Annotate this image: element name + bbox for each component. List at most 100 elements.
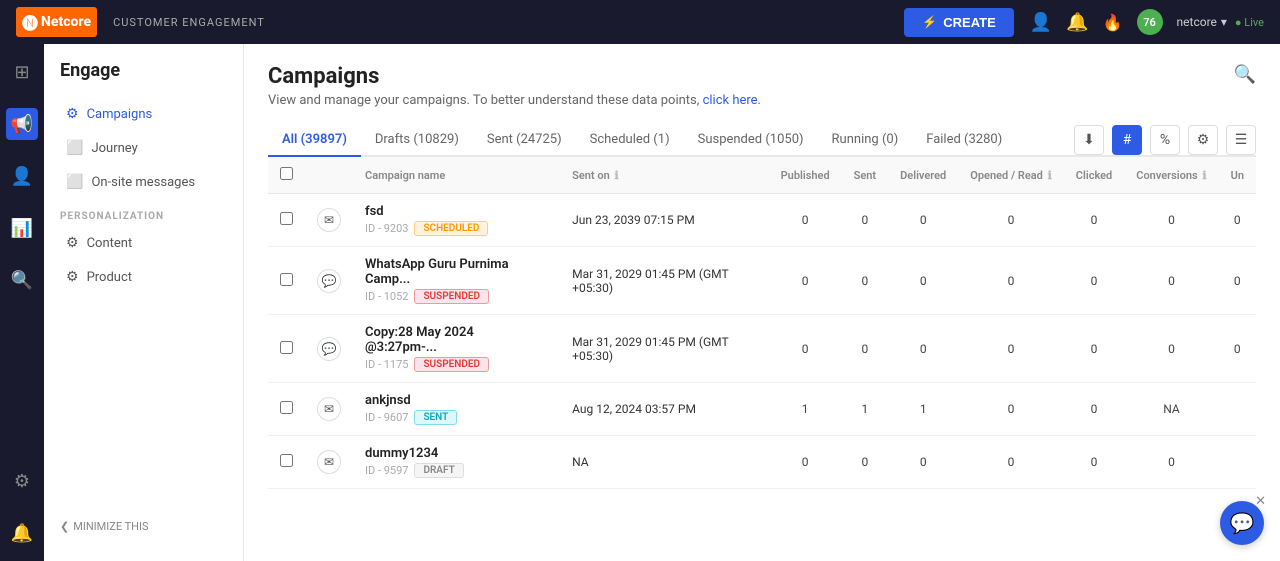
search-icon[interactable]: 🔍 xyxy=(1234,64,1256,85)
rail-settings-icon[interactable]: ⚙ xyxy=(6,465,38,497)
campaign-name[interactable]: ankjnsd xyxy=(365,393,548,408)
tab-failed[interactable]: Failed (3280) xyxy=(912,124,1016,157)
sent-count: 0 xyxy=(842,247,888,315)
published-count: 0 xyxy=(769,436,842,489)
live-status: ● Live xyxy=(1235,16,1264,29)
col-campaign-name: Campaign name xyxy=(353,157,560,194)
sidebar-item-content[interactable]: ⚙ Content xyxy=(50,226,237,260)
clicked-count: 0 xyxy=(1064,247,1124,315)
sent-on-info-icon: ℹ xyxy=(614,169,618,182)
rail-chart-icon[interactable]: 📊 xyxy=(6,212,38,244)
campaign-meta: ID - 9607 SENT xyxy=(365,410,548,425)
product-icon: ⚙ xyxy=(66,269,79,285)
content-area: Campaigns View and manage your campaigns… xyxy=(244,44,1280,561)
rail-search-icon[interactable]: 🔍 xyxy=(6,264,38,296)
click-here-link[interactable]: click here. xyxy=(703,93,761,108)
conversions-count: 0 xyxy=(1124,194,1218,247)
notification-badge[interactable]: 76 xyxy=(1137,9,1163,35)
row-checkbox[interactable] xyxy=(280,212,293,225)
tab-sent[interactable]: Sent (24725) xyxy=(473,124,576,157)
opened-count: 0 xyxy=(958,194,1064,247)
campaign-id: ID - 9597 xyxy=(365,464,408,477)
campaign-name[interactable]: WhatsApp Guru Purnima Camp... xyxy=(365,257,548,287)
row-checkbox[interactable] xyxy=(280,273,293,286)
conversions-info-icon: ℹ xyxy=(1202,169,1206,182)
channel-icon: ✉ xyxy=(317,450,341,474)
sidebar-title: Engage xyxy=(44,60,243,97)
col-un: Un xyxy=(1219,157,1256,194)
campaigns-table: Campaign name Sent on ℹ Published Sent D… xyxy=(268,157,1256,489)
opened-count: 0 xyxy=(958,315,1064,383)
minimize-button[interactable]: ❮ MINIMIZE THIS xyxy=(60,520,227,533)
download-button[interactable]: ⬇ xyxy=(1074,125,1104,155)
main-layout: ⊞ 📢 👤 📊 🔍 ⚙ 🔔 Engage ⚙ Campaigns ⬜ Journ… xyxy=(0,44,1280,561)
clicked-count: 0 xyxy=(1064,436,1124,489)
user-menu[interactable]: netcore ▾ ● Live xyxy=(1177,15,1264,29)
conversions-count: 0 xyxy=(1124,315,1218,383)
tab-drafts[interactable]: Drafts (10829) xyxy=(361,124,473,157)
col-sent: Sent xyxy=(842,157,888,194)
tab-running[interactable]: Running (0) xyxy=(818,124,913,157)
create-button[interactable]: CREATE xyxy=(904,8,1013,37)
delivered-count: 1 xyxy=(888,383,958,436)
campaign-name[interactable]: dummy1234 xyxy=(365,446,548,461)
chevron-left-icon: ❮ xyxy=(60,520,69,533)
rail-grid-icon[interactable]: ⊞ xyxy=(6,56,38,88)
sidebar-footer: ❮ MINIMIZE THIS xyxy=(44,508,243,545)
journey-icon: ⬜ xyxy=(66,140,83,156)
campaign-id: ID - 9203 xyxy=(365,222,408,235)
onsite-icon: ⬜ xyxy=(66,174,83,190)
sidebar-item-label: Journey xyxy=(91,141,137,156)
published-count: 0 xyxy=(769,247,842,315)
settings-button[interactable]: ⚙ xyxy=(1188,125,1218,155)
tabs-actions: ⬇ # % ⚙ ☰ xyxy=(1074,125,1256,155)
opened-count: 0 xyxy=(958,436,1064,489)
row-checkbox[interactable] xyxy=(280,401,293,414)
rail-megaphone-icon[interactable]: 📢 xyxy=(6,108,38,140)
col-opened: Opened / Read ℹ xyxy=(958,157,1064,194)
sidebar-item-label: Content xyxy=(87,236,133,251)
filter-button[interactable]: ☰ xyxy=(1226,125,1256,155)
col-sent-on: Sent on ℹ xyxy=(560,157,768,194)
chat-bubble[interactable]: 💬 xyxy=(1220,501,1264,545)
sidebar-item-journey[interactable]: ⬜ Journey xyxy=(50,131,237,165)
campaign-name[interactable]: fsd xyxy=(365,204,548,219)
channel-icon: 💬 xyxy=(317,337,341,361)
conversions-count: NA xyxy=(1124,383,1218,436)
tab-all[interactable]: All (39897) xyxy=(268,124,361,157)
sidebar-item-product[interactable]: ⚙ Product xyxy=(50,260,237,294)
tab-scheduled[interactable]: Scheduled (1) xyxy=(576,124,684,157)
conversions-count: 0 xyxy=(1124,247,1218,315)
delivered-count: 0 xyxy=(888,436,958,489)
sent-count: 0 xyxy=(842,194,888,247)
sidebar-item-campaigns[interactable]: ⚙ Campaigns xyxy=(50,97,237,131)
campaign-meta: ID - 1052 SUSPENDED xyxy=(365,289,548,304)
status-badge: SUSPENDED xyxy=(414,357,489,372)
user-name: netcore xyxy=(1177,15,1217,29)
hash-button[interactable]: # xyxy=(1112,125,1142,155)
tab-suspended[interactable]: Suspended (1050) xyxy=(684,124,818,157)
campaign-name[interactable]: Copy:28 May 2024 @3:27pm-... xyxy=(365,325,548,355)
row-checkbox[interactable] xyxy=(280,341,293,354)
sidebar-item-label: Campaigns xyxy=(87,107,153,122)
row-checkbox[interactable] xyxy=(280,454,293,467)
campaigns-table-wrapper: Campaign name Sent on ℹ Published Sent D… xyxy=(268,157,1256,561)
sent-on: Jun 23, 2039 07:15 PM xyxy=(560,194,768,247)
published-count: 0 xyxy=(769,194,842,247)
status-badge: SENT xyxy=(414,410,457,425)
logo-area: 🅝 Netcore CUSTOMER ENGAGEMENT xyxy=(16,7,265,37)
logo-icon: 🅝 xyxy=(22,10,38,34)
table-row: ✉ fsd ID - 9203 SCHEDULED Jun 23, 2039 0… xyxy=(268,194,1256,247)
clicked-count: 0 xyxy=(1064,383,1124,436)
campaign-id: ID - 1175 xyxy=(365,358,408,371)
select-all-checkbox[interactable] xyxy=(280,167,293,180)
bell-icon[interactable]: 🔔 xyxy=(1066,12,1088,33)
status-badge: DRAFT xyxy=(414,463,463,478)
percent-button[interactable]: % xyxy=(1150,125,1180,155)
opened-count: 0 xyxy=(958,383,1064,436)
user-icon[interactable]: 👤 xyxy=(1030,12,1052,33)
rail-alert-icon[interactable]: 🔔 xyxy=(6,517,38,549)
rail-person-icon[interactable]: 👤 xyxy=(6,160,38,192)
sidebar-item-onsite[interactable]: ⬜ On-site messages xyxy=(50,165,237,199)
fire-icon[interactable]: 🔥 xyxy=(1103,13,1123,32)
